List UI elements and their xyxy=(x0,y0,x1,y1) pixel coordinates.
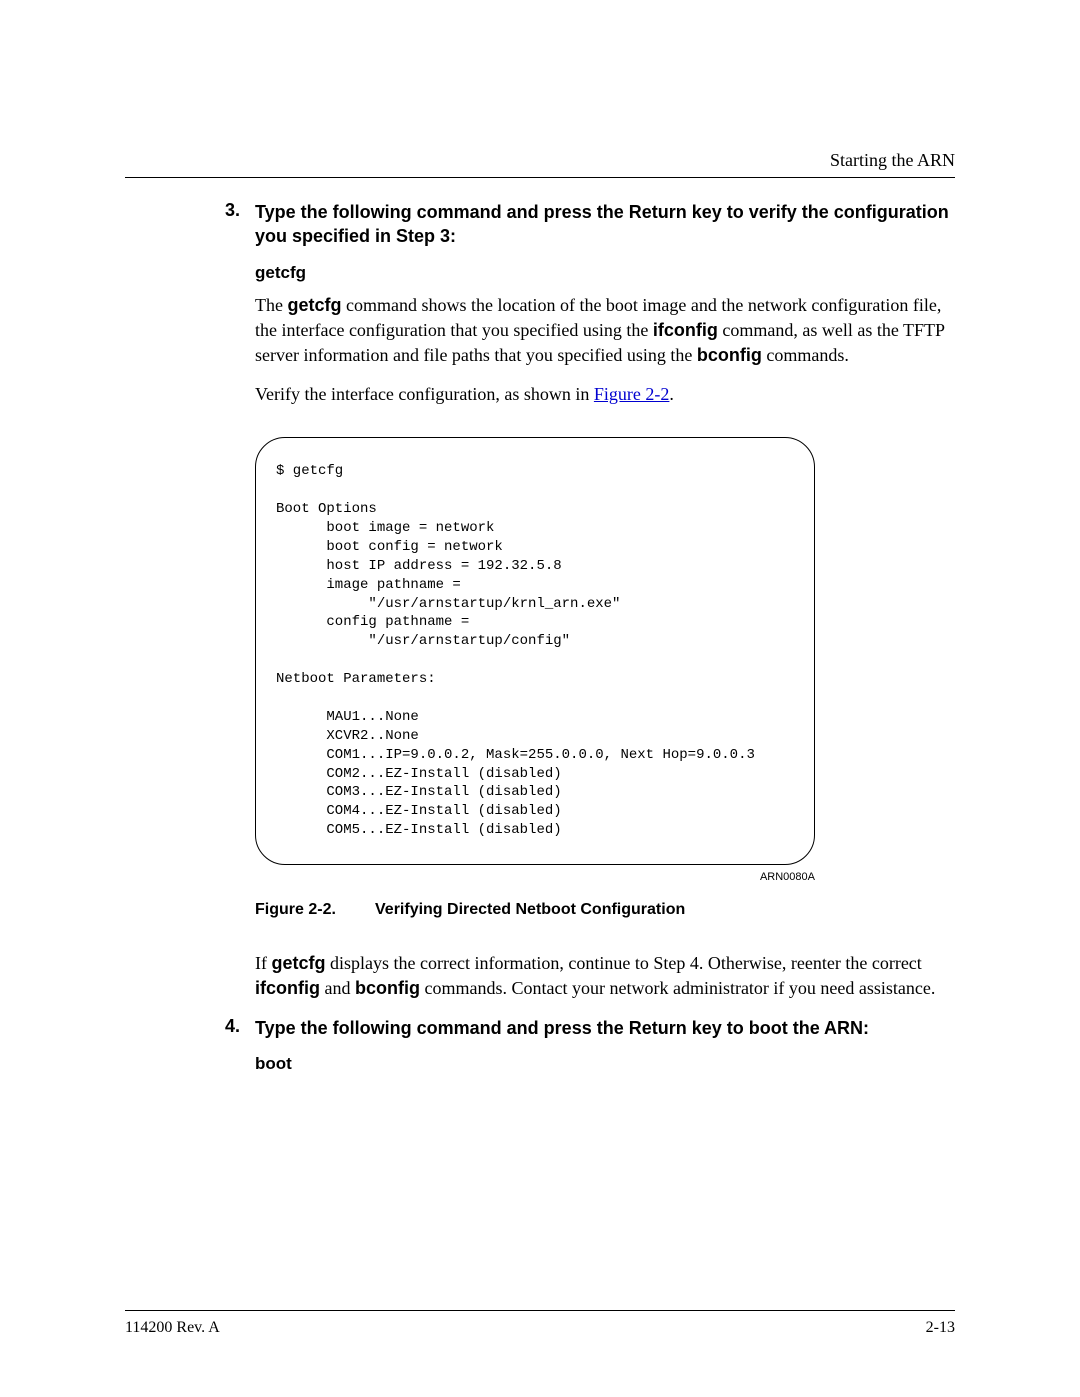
command-getcfg: getcfg xyxy=(255,263,955,283)
step-number: 3. xyxy=(225,200,240,221)
step3-para1: The getcfg command shows the location of… xyxy=(255,293,955,369)
step-heading: Type the following command and press the… xyxy=(255,1016,955,1040)
header-rule xyxy=(125,177,955,178)
text: If xyxy=(255,953,272,973)
code-output-box: $ getcfg Boot Options boot image = netwo… xyxy=(255,437,815,865)
bold-ifconfig: ifconfig xyxy=(653,320,718,340)
content-area: 3. Type the following command and press … xyxy=(125,200,955,1074)
step-number: 4. xyxy=(225,1016,240,1037)
after-figure-para: If getcfg displays the correct informati… xyxy=(255,951,955,1001)
page-number: 2-13 xyxy=(926,1319,955,1337)
step-heading: Type the following command and press the… xyxy=(255,200,955,249)
running-header: Starting the ARN xyxy=(125,150,955,171)
footer-row: 114200 Rev. A 2-13 xyxy=(125,1319,955,1337)
figure-arn-id: ARN0080A xyxy=(255,871,815,883)
doc-revision: 114200 Rev. A xyxy=(125,1319,220,1337)
figure-2-2: $ getcfg Boot Options boot image = netwo… xyxy=(255,437,955,883)
footer-rule xyxy=(125,1310,955,1311)
page: Starting the ARN 3. Type the following c… xyxy=(0,0,1080,1144)
figure-caption: Figure 2-2.Verifying Directed Netboot Co… xyxy=(255,901,955,919)
step3-para2: Verify the interface configuration, as s… xyxy=(255,382,955,407)
bold-getcfg: getcfg xyxy=(287,295,341,315)
bold-bconfig: bconfig xyxy=(355,978,420,998)
text: Verify the interface configuration, as s… xyxy=(255,384,594,404)
command-boot: boot xyxy=(255,1054,955,1074)
text: and xyxy=(320,978,355,998)
text: . xyxy=(669,384,674,404)
bold-ifconfig: ifconfig xyxy=(255,978,320,998)
text: The xyxy=(255,295,287,315)
step-3: 3. Type the following command and press … xyxy=(255,200,955,249)
bold-bconfig: bconfig xyxy=(697,345,762,365)
page-footer: 114200 Rev. A 2-13 xyxy=(125,1310,955,1337)
figure-title: Verifying Directed Netboot Configuration xyxy=(375,901,685,918)
link-figure-2-2[interactable]: Figure 2-2 xyxy=(594,384,670,404)
figure-number: Figure 2-2. xyxy=(255,901,375,919)
text: commands. xyxy=(762,345,849,365)
step-4: 4. Type the following command and press … xyxy=(255,1016,955,1040)
bold-getcfg: getcfg xyxy=(272,953,326,973)
text: commands. Contact your network administr… xyxy=(420,978,935,998)
text: displays the correct information, contin… xyxy=(326,953,922,973)
